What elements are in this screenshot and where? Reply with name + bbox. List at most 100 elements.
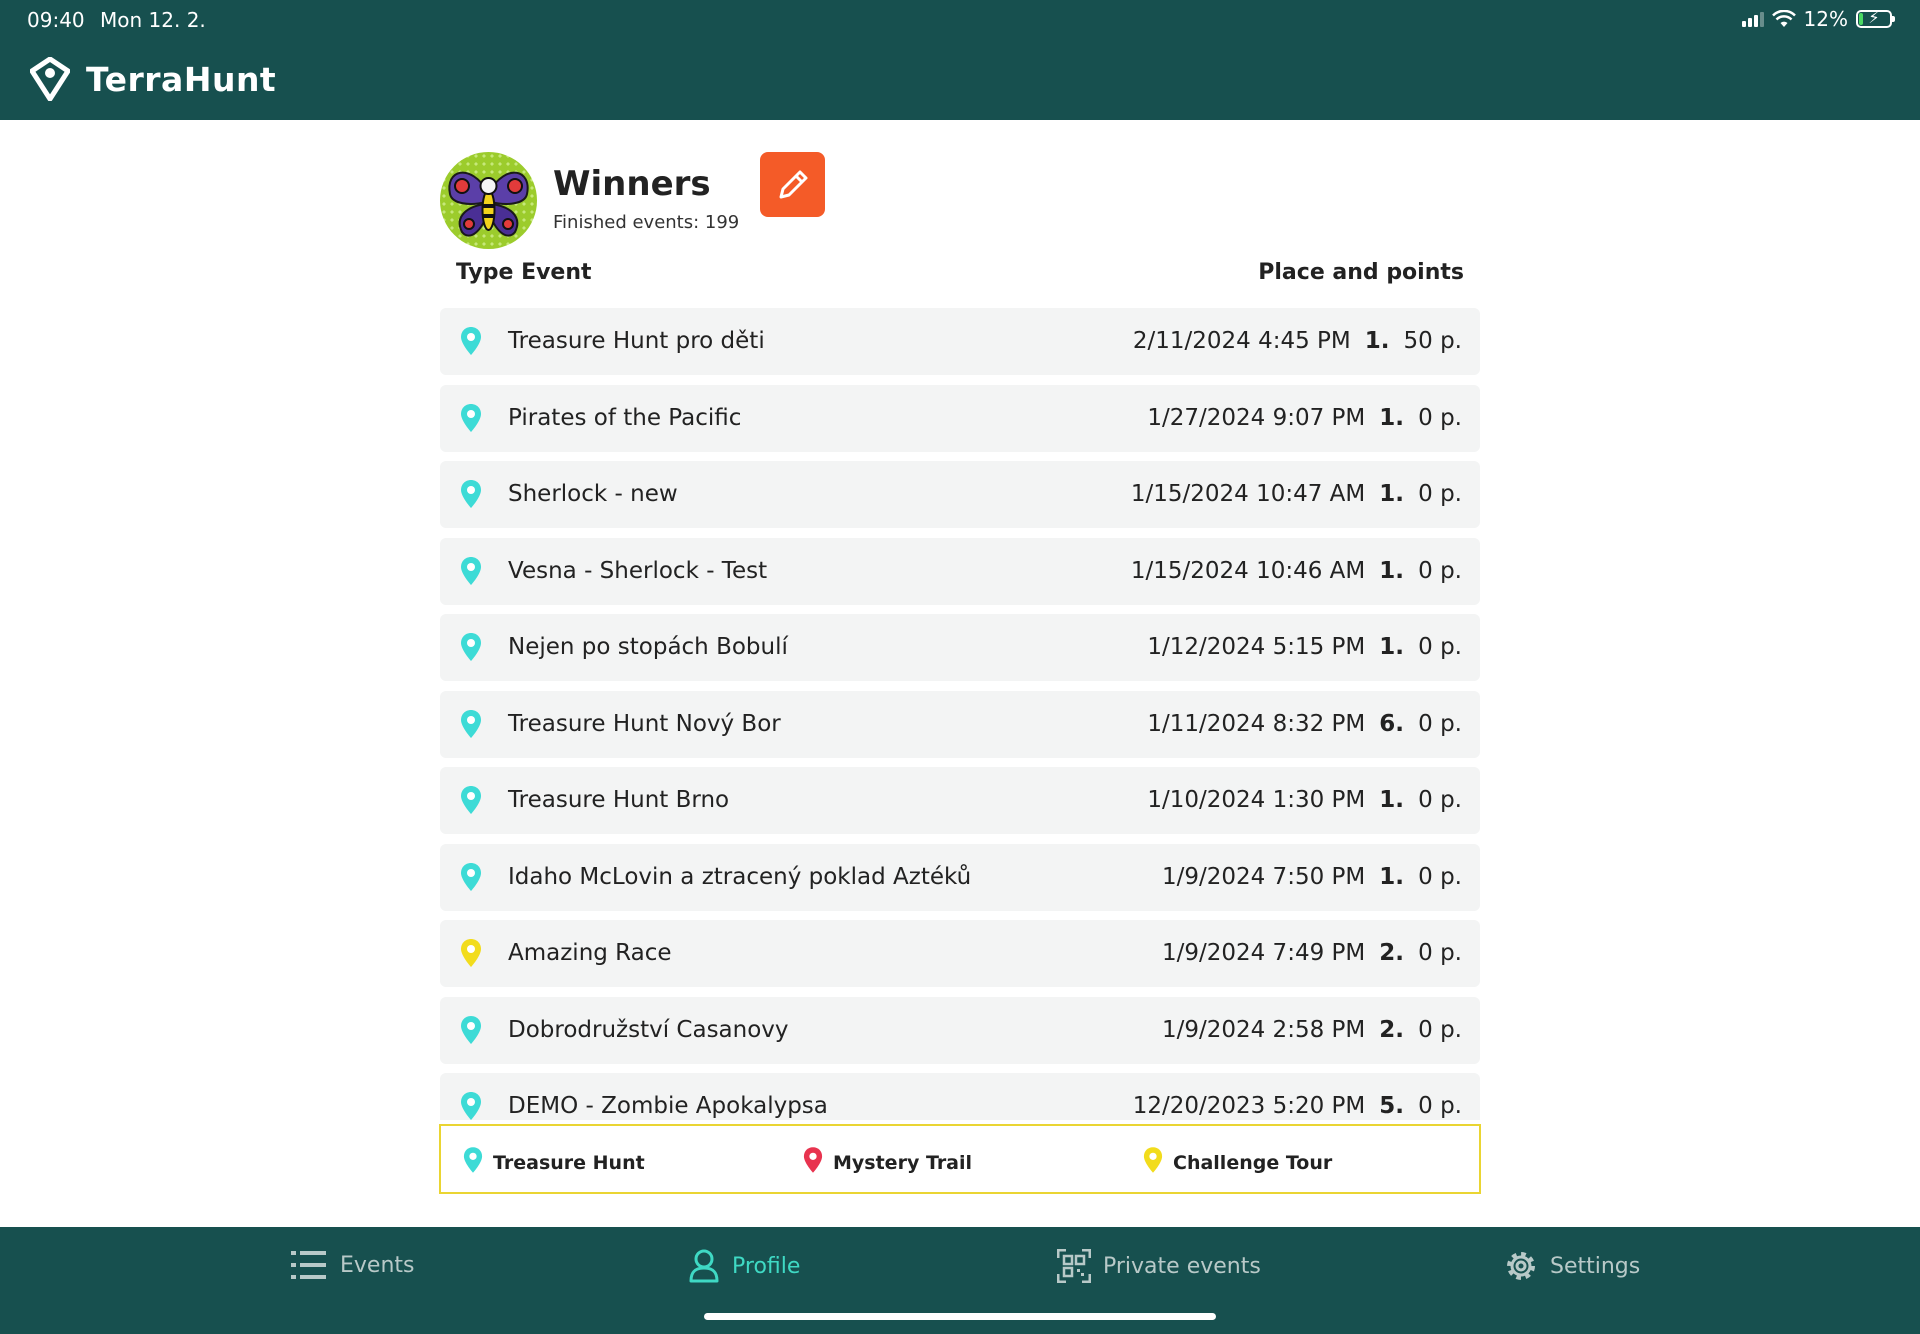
treasure-hunt-pin-icon <box>460 1015 482 1049</box>
treasure-hunt-pin-icon <box>460 709 482 743</box>
event-points: 50 p. <box>1403 328 1463 354</box>
legend-item-challenge-tour: Challenge Tour <box>1143 1146 1332 1179</box>
legend-label: Mystery Trail <box>833 1151 973 1174</box>
user-icon <box>689 1249 719 1283</box>
nav-label-profile: Profile <box>732 1253 801 1279</box>
event-type-legend: Treasure Hunt Mystery Trail Challenge Tour <box>439 1124 1481 1194</box>
event-name: Treasure Hunt Brno <box>508 787 730 813</box>
treasure-hunt-pin-icon <box>460 479 482 513</box>
event-place: 6. <box>1379 710 1404 737</box>
event-row[interactable]: Pirates of the Pacific 1/27/2024 9:07 PM 1… <box>440 384 1480 452</box>
nav-item-profile[interactable]: Profile <box>688 1249 800 1283</box>
event-row[interactable]: Treasure Hunt Nový Bor 1/11/2024 8:32 PM 6… <box>440 690 1480 758</box>
event-points: 0 p. <box>1418 710 1462 737</box>
event-date: 1/10/2024 1:30 PM <box>1147 787 1366 813</box>
event-row[interactable]: Nejen po stopách Bobulí 1/12/2024 5:15 PM… <box>440 614 1480 681</box>
cellular-signal-icon <box>1741 11 1764 27</box>
treasure-hunt-pin-icon <box>460 785 482 819</box>
battery-percent: 12% <box>1803 7 1848 31</box>
status-indicators: 12% ⚡ <box>1741 7 1895 31</box>
treasure-hunt-pin-icon <box>460 403 482 437</box>
event-place: 1. <box>1379 404 1404 431</box>
battery-icon: ⚡ <box>1856 8 1895 28</box>
column-header-type-event: Type Event <box>456 260 592 285</box>
event-date: 1/9/2024 7:50 PM <box>1161 863 1366 890</box>
status-date: Mon 12. 2. <box>100 8 206 32</box>
challenge-tour-pin-icon <box>460 938 482 972</box>
event-date: 1/27/2024 9:07 PM <box>1147 404 1366 431</box>
event-place: 1. <box>1379 481 1404 507</box>
gear-icon <box>1507 1252 1535 1280</box>
status-time: 09:40 <box>27 8 85 32</box>
wifi-icon <box>1771 10 1796 27</box>
finished-events-count: Finished events: 199 <box>553 212 740 233</box>
event-row[interactable]: Dobrodružství Casanovy 1/9/2024 2:58 PM 2.… <box>440 996 1480 1064</box>
event-points: 0 p. <box>1418 787 1462 813</box>
edit-profile-button[interactable] <box>760 152 825 217</box>
event-row[interactable]: Treasure Hunt Brno 1/10/2024 1:30 PM 1. 0 p… <box>440 767 1480 834</box>
event-date: 1/9/2024 2:58 PM <box>1161 1016 1366 1043</box>
event-date: 1/15/2024 10:46 AM <box>1130 557 1366 584</box>
list-icon <box>291 1251 326 1279</box>
event-row[interactable]: Idaho McLovin a ztracený poklad Aztéků 1/… <box>440 843 1480 911</box>
event-row[interactable]: Sherlock - new 1/15/2024 10:47 AM 1. 0 p. <box>440 461 1480 528</box>
event-date: 1/15/2024 10:47 AM <box>1130 481 1366 507</box>
event-points: 0 p. <box>1418 940 1462 966</box>
home-indicator <box>704 1313 1216 1320</box>
legend-item-mystery-trail: Mystery Trail <box>803 1146 972 1179</box>
event-row[interactable]: Amazing Race 1/9/2024 7:49 PM 2. 0 p. <box>440 920 1480 987</box>
event-name: Nejen po stopách Bobulí <box>508 634 788 660</box>
event-points: 0 p. <box>1418 1016 1462 1043</box>
event-name: Treasure Hunt Nový Bor <box>508 710 781 737</box>
event-date: 1/9/2024 7:49 PM <box>1161 940 1366 966</box>
legend-item-treasure-hunt: Treasure Hunt <box>463 1146 645 1179</box>
column-header-place-points: Place and points <box>1258 260 1464 285</box>
event-place: 1. <box>1379 863 1404 890</box>
avatar <box>440 152 537 249</box>
event-points: 0 p. <box>1418 634 1462 660</box>
nav-item-events[interactable]: Events <box>290 1249 415 1281</box>
treasure-hunt-pin-icon <box>460 1091 482 1120</box>
legend-label: Treasure Hunt <box>493 1151 645 1174</box>
nav-item-settings[interactable]: Settings <box>1504 1249 1640 1283</box>
event-place: 1. <box>1379 787 1404 813</box>
event-name: Pirates of the Pacific <box>508 404 742 431</box>
event-row[interactable]: DEMO - Zombie Apokalypsa 12/20/2023 5:20 … <box>440 1073 1480 1120</box>
treasure-hunt-pin-icon <box>463 1146 483 1179</box>
butterfly-icon <box>448 171 529 237</box>
event-name: Treasure Hunt pro děti <box>508 328 765 354</box>
event-points: 0 p. <box>1418 1093 1462 1119</box>
treasure-hunt-pin-icon <box>460 862 482 896</box>
event-place: 5. <box>1379 1093 1404 1119</box>
event-date: 2/11/2024 4:45 PM <box>1132 328 1351 354</box>
qr-code-icon <box>1057 1249 1091 1283</box>
treasure-hunt-pin-icon <box>460 556 482 590</box>
treasure-hunt-pin-icon <box>460 632 482 666</box>
nav-label-private-events: Private events <box>1103 1253 1261 1279</box>
event-list[interactable]: Treasure Hunt pro děti 2/11/2024 4:45 PM 1… <box>440 308 1480 1120</box>
event-row[interactable]: Treasure Hunt pro děti 2/11/2024 4:45 PM 1… <box>440 308 1480 375</box>
profile-name: Winners <box>553 164 711 204</box>
event-points: 0 p. <box>1418 481 1462 507</box>
app-title: TerraHunt <box>86 59 277 99</box>
event-date: 12/20/2023 5:20 PM <box>1132 1093 1366 1119</box>
nav-label-settings: Settings <box>1550 1253 1641 1279</box>
legend-label: Challenge Tour <box>1173 1151 1333 1174</box>
nav-label-events: Events <box>340 1252 415 1278</box>
event-place: 2. <box>1379 940 1404 966</box>
event-name: DEMO - Zombie Apokalypsa <box>508 1093 828 1119</box>
app-brand: TerraHunt <box>30 57 276 101</box>
treasure-hunt-pin-icon <box>460 326 482 360</box>
event-row[interactable]: Vesna - Sherlock - Test 1/15/2024 10:46 A… <box>440 537 1480 605</box>
event-name: Dobrodružství Casanovy <box>508 1016 789 1043</box>
event-points: 0 p. <box>1418 863 1462 890</box>
pencil-icon <box>779 170 807 198</box>
event-place: 1. <box>1379 557 1404 584</box>
event-place: 1. <box>1379 634 1404 660</box>
event-name: Sherlock - new <box>508 481 678 507</box>
event-place: 1. <box>1364 328 1390 354</box>
event-points: 0 p. <box>1418 557 1462 584</box>
nav-item-private-events[interactable]: Private events <box>1057 1249 1261 1283</box>
challenge-tour-pin-icon <box>1143 1146 1163 1179</box>
event-date: 1/11/2024 8:32 PM <box>1147 710 1366 737</box>
